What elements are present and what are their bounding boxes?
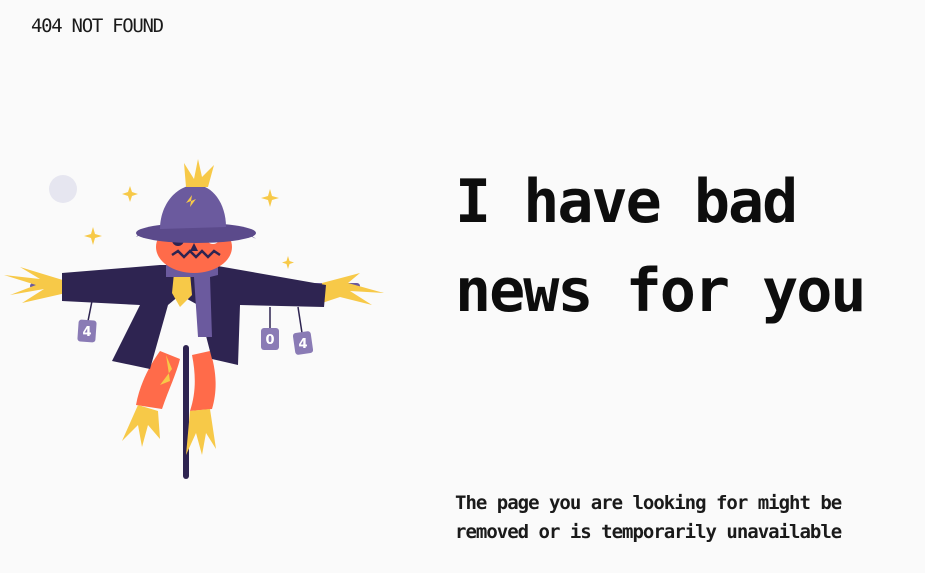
right-leg xyxy=(190,351,216,411)
can-2: 0 xyxy=(261,328,279,350)
left-foot-straw xyxy=(122,405,160,447)
can-3: 4 xyxy=(292,331,314,355)
hat-straw xyxy=(184,159,214,187)
scarecrow-illustration: 4 0 4 xyxy=(4,159,384,479)
page-headline: I have bad news for you xyxy=(455,167,866,326)
shirt xyxy=(172,273,192,307)
can-1: 4 xyxy=(77,319,97,343)
can-1-label: 4 xyxy=(82,325,91,340)
right-straw xyxy=(322,273,384,305)
coat xyxy=(62,265,326,369)
can-2-label: 0 xyxy=(265,333,274,348)
brand-logo[interactable]: 404 NOT FOUND xyxy=(31,14,164,38)
moon-circle xyxy=(49,175,77,203)
pole xyxy=(183,345,189,479)
error-message: The page you are looking for might be re… xyxy=(455,492,842,543)
right-foot-straw xyxy=(186,409,216,455)
can-3-label: 4 xyxy=(298,337,307,352)
hat-crown xyxy=(160,185,226,229)
